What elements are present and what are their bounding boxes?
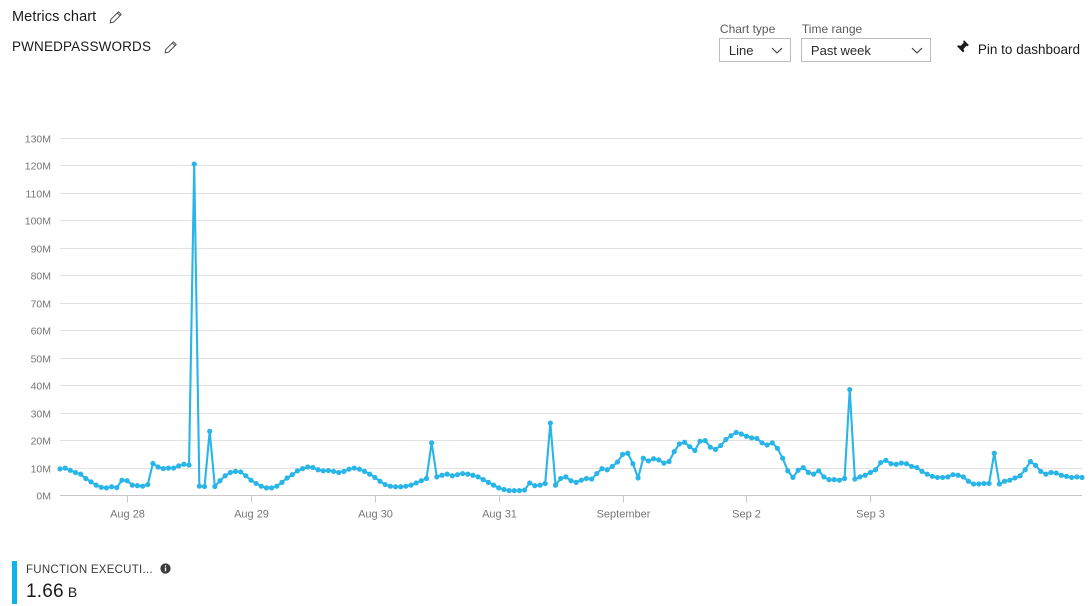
svg-text:Aug 28: Aug 28 bbox=[110, 509, 145, 521]
svg-text:70M: 70M bbox=[31, 299, 51, 311]
pin-to-dashboard-button[interactable]: Pin to dashboard bbox=[953, 37, 1080, 61]
chart-area: 130M 120M 110M 100M 90M 80M 70M 60M 50M 40M 30M 20M… bbox=[0, 100, 1090, 560]
svg-text:September: September bbox=[597, 509, 651, 521]
svg-text:10M: 10M bbox=[31, 464, 51, 476]
chevron-down-icon bbox=[911, 43, 923, 58]
legend-value: 1.66 B bbox=[26, 580, 171, 604]
svg-text:100M: 100M bbox=[25, 216, 51, 228]
time-range-label: Time range bbox=[801, 22, 863, 36]
pencil-icon[interactable] bbox=[163, 40, 178, 55]
legend-color-swatch bbox=[12, 561, 17, 604]
chart-controls: Chart type Line Time range Past week Pin… bbox=[718, 22, 1080, 62]
chart-type-label: Chart type bbox=[719, 22, 776, 36]
svg-text:Aug 31: Aug 31 bbox=[482, 509, 517, 521]
chart-type-select[interactable]: Line bbox=[718, 38, 791, 62]
svg-text:80M: 80M bbox=[31, 271, 51, 283]
chart-title-row: Metrics chart bbox=[12, 6, 178, 28]
chart-type-group: Chart type Line bbox=[718, 22, 791, 62]
legend-value-unit: B bbox=[67, 584, 78, 600]
chart-legend: FUNCTION EXECUTI... 1.66 B bbox=[12, 561, 171, 604]
svg-text:Aug 29: Aug 29 bbox=[234, 509, 269, 521]
svg-text:20M: 20M bbox=[31, 436, 51, 448]
resource-name: PWNEDPASSWORDS bbox=[12, 39, 152, 55]
time-range-select[interactable]: Past week bbox=[800, 38, 931, 62]
legend-value-number: 1.66 bbox=[26, 581, 64, 602]
info-icon[interactable] bbox=[160, 561, 171, 579]
svg-text:90M: 90M bbox=[31, 244, 51, 256]
time-range-group: Time range Past week bbox=[800, 22, 931, 62]
metrics-chart-page: Metrics chart PWNEDPASSWORDS Chart type bbox=[0, 0, 1090, 606]
svg-text:50M: 50M bbox=[31, 354, 51, 366]
pin-to-dashboard-label: Pin to dashboard bbox=[977, 41, 1080, 57]
chart-type-value: Line bbox=[728, 42, 754, 58]
svg-text:0M: 0M bbox=[36, 491, 51, 503]
svg-text:120M: 120M bbox=[25, 161, 51, 173]
legend-series-name: FUNCTION EXECUTI... bbox=[26, 564, 153, 576]
svg-text:Sep 3: Sep 3 bbox=[856, 509, 885, 521]
legend-text-block: FUNCTION EXECUTI... 1.66 B bbox=[26, 561, 171, 604]
svg-text:Sep 2: Sep 2 bbox=[732, 509, 761, 521]
svg-text:40M: 40M bbox=[31, 381, 51, 393]
svg-text:60M: 60M bbox=[31, 326, 51, 338]
legend-name-row: FUNCTION EXECUTI... bbox=[26, 561, 171, 579]
time-range-value: Past week bbox=[810, 42, 871, 58]
svg-text:130M: 130M bbox=[25, 134, 51, 146]
resource-name-row: PWNEDPASSWORDS bbox=[12, 36, 178, 58]
svg-text:Aug 30: Aug 30 bbox=[358, 509, 393, 521]
svg-text:30M: 30M bbox=[31, 409, 51, 421]
pin-icon bbox=[953, 39, 970, 59]
chevron-down-icon bbox=[771, 43, 783, 58]
chart-header: Metrics chart PWNEDPASSWORDS bbox=[12, 6, 178, 58]
metrics-line-chart[interactable]: 130M 120M 110M 100M 90M 80M 70M 60M 50M 40M 30M 20M… bbox=[0, 100, 1090, 560]
svg-text:110M: 110M bbox=[26, 189, 52, 201]
page-title: Metrics chart bbox=[12, 8, 97, 25]
pencil-icon[interactable] bbox=[108, 10, 123, 25]
